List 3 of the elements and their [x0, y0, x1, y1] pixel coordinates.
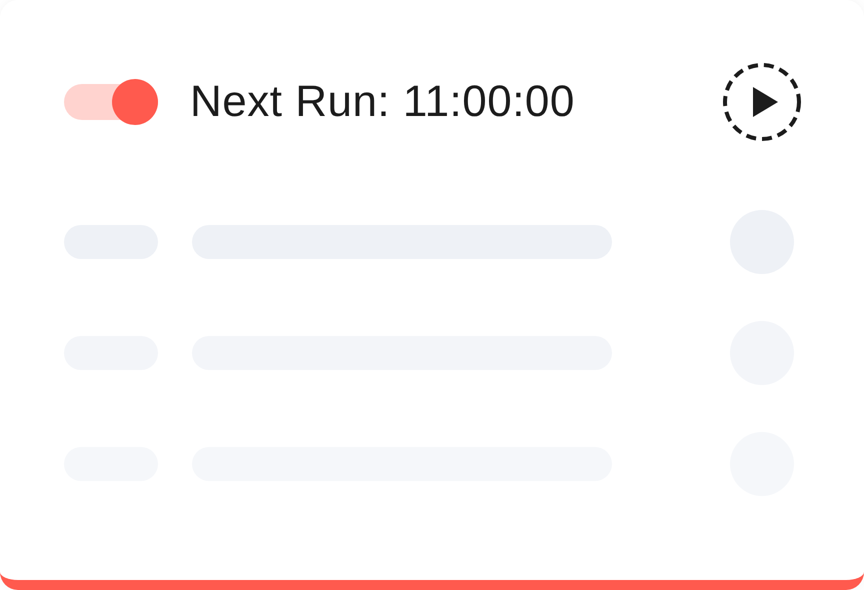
toggle-switch[interactable] [64, 79, 158, 125]
next-run-label: Next Run: 11:00:00 [190, 76, 575, 128]
play-icon[interactable] [722, 62, 802, 142]
